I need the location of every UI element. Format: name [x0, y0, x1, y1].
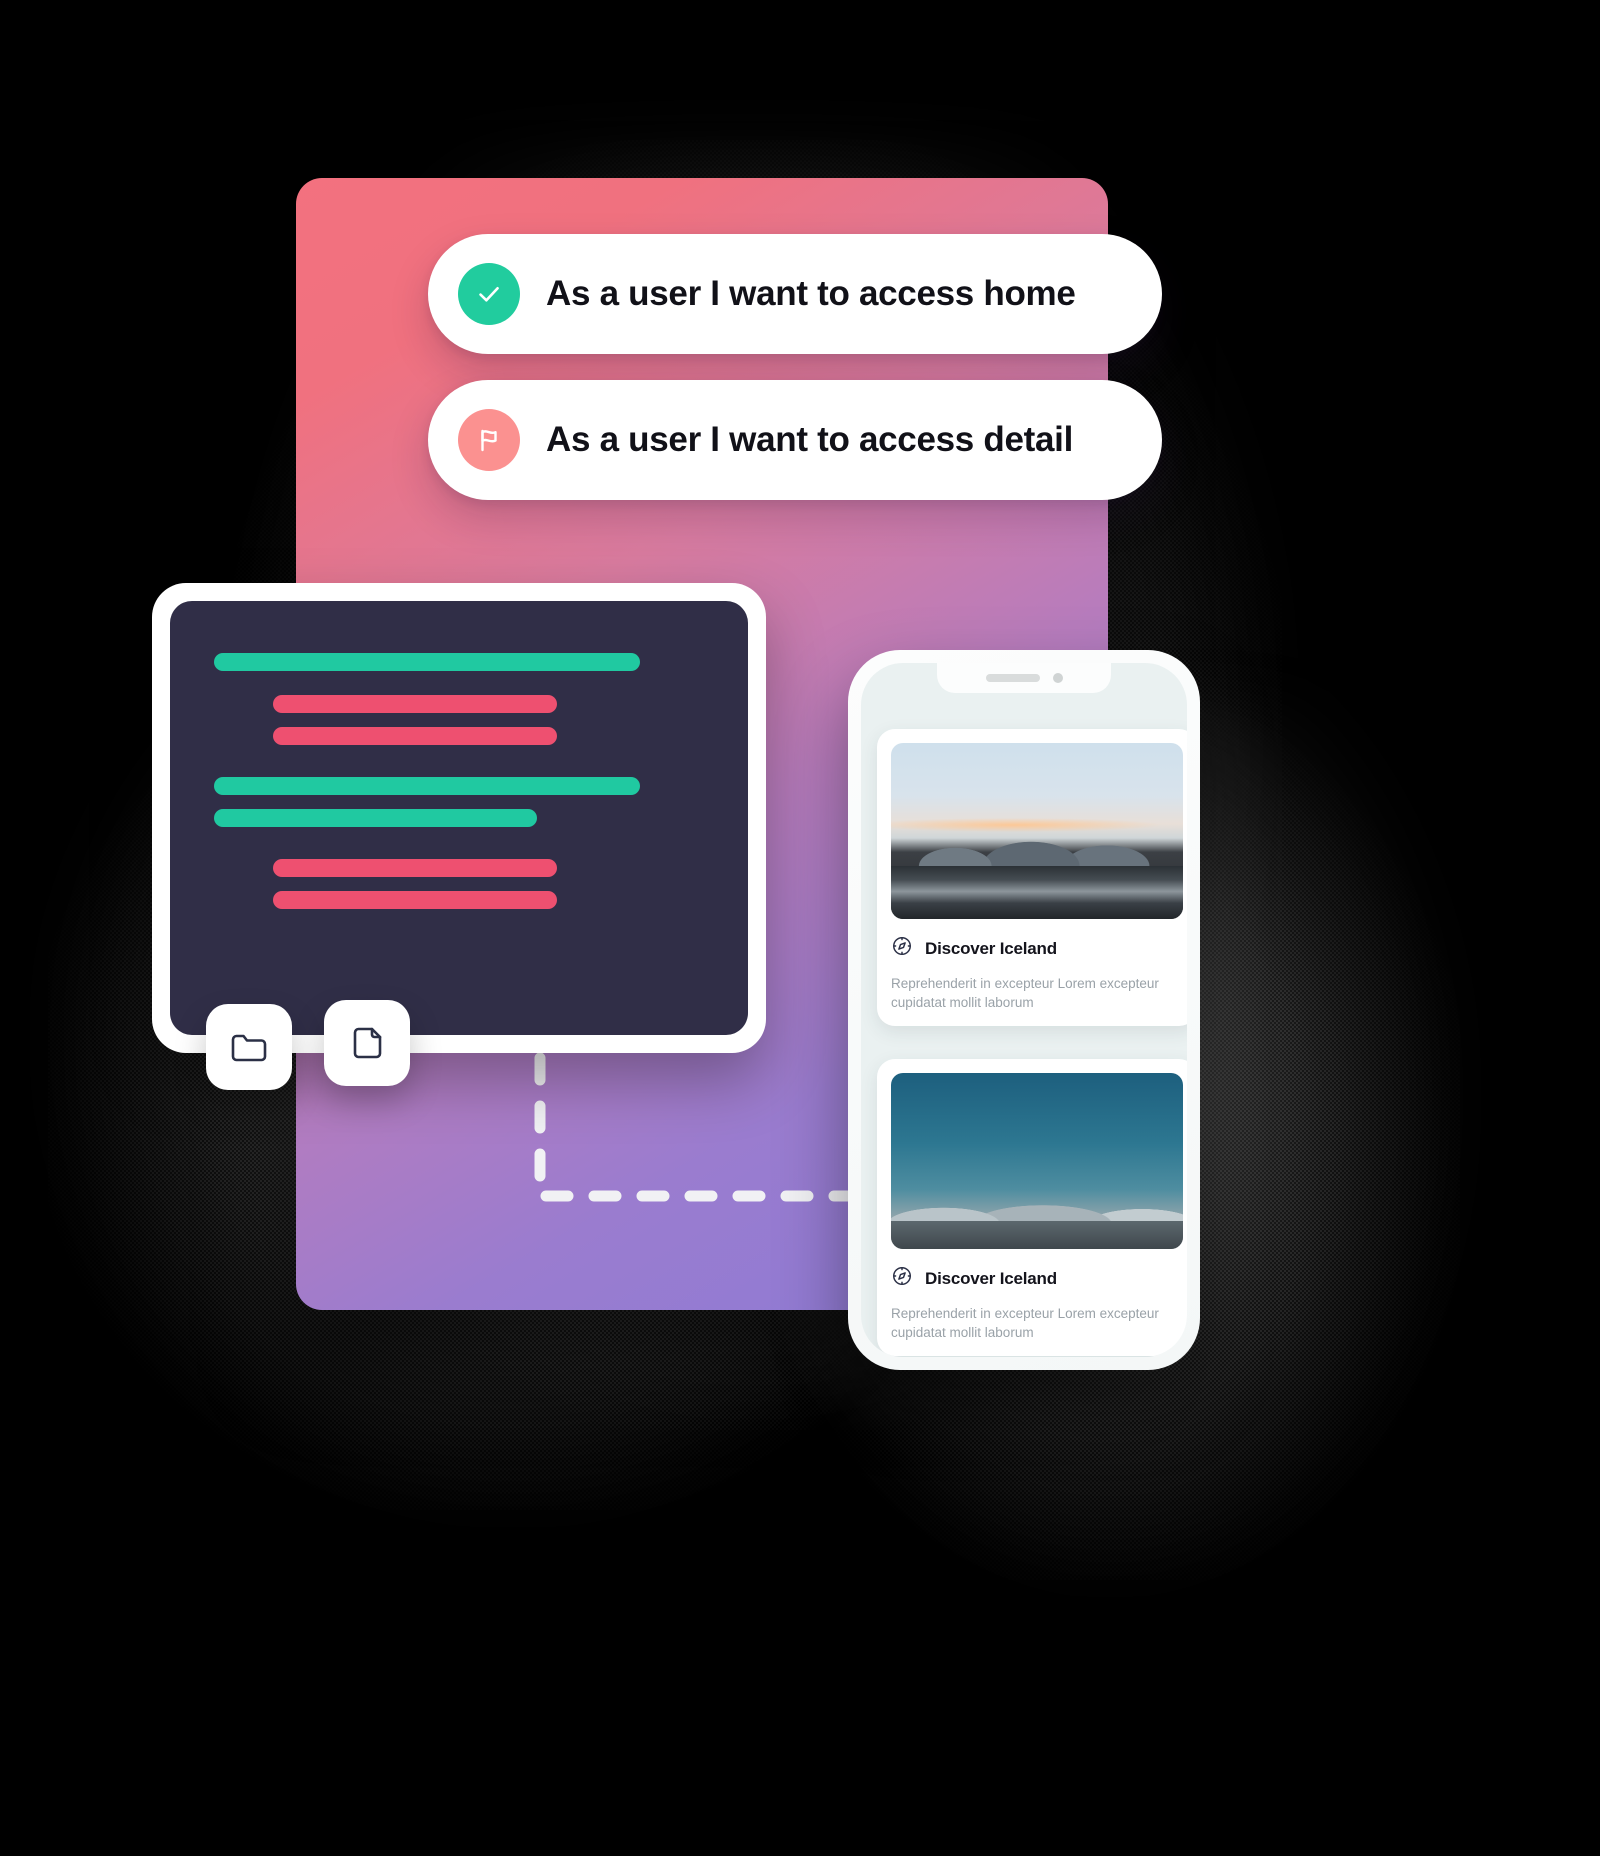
code-line — [214, 777, 641, 795]
compass-icon — [891, 1265, 913, 1292]
compass-icon — [891, 935, 913, 962]
card-photo-alt: Iceland mountain range at dusk over blac… — [891, 743, 892, 744]
front-camera-icon — [1052, 673, 1063, 683]
photo-ridges — [891, 1178, 1183, 1225]
speaker-grille-icon — [985, 674, 1040, 682]
card-title: Discover Iceland — [925, 1268, 1057, 1288]
code-editor-window — [152, 583, 766, 1053]
illustration-stage: As a user I want to access home As a use… — [0, 0, 1600, 1856]
phone-notch — [937, 663, 1111, 693]
card-photo-alt: Iceland highland ridges under deep teal … — [891, 1073, 892, 1074]
code-line — [272, 891, 557, 909]
card-title: Discover Iceland — [925, 938, 1057, 958]
card-body: Reprehenderit in excepteur Lorem excepte… — [891, 1306, 1159, 1341]
story-card-home[interactable]: As a user I want to access home — [428, 234, 1162, 354]
card-title-row: Discover Iceland — [891, 935, 1183, 962]
code-line — [272, 727, 557, 745]
file-icon[interactable] — [324, 1000, 410, 1086]
card-title-row: Discover Iceland — [891, 1265, 1183, 1292]
story-card-label: As a user I want to access detail — [546, 420, 1073, 459]
code-line — [214, 809, 538, 827]
card-body: Reprehenderit in excepteur Lorem excepte… — [891, 976, 1159, 1011]
list-item[interactable]: Iceland highland ridges under deep teal … — [877, 1059, 1187, 1357]
flag-icon — [458, 409, 520, 471]
story-card-detail[interactable]: As a user I want to access detail — [428, 380, 1162, 500]
folder-icon[interactable] — [206, 1004, 292, 1090]
code-line — [214, 653, 641, 671]
code-line — [272, 859, 557, 877]
photo-water — [891, 866, 1183, 919]
card-photo: Iceland highland ridges under deep teal … — [891, 1073, 1183, 1249]
list-item[interactable]: Iceland mountain range at dusk over blac… — [877, 729, 1187, 1027]
phone-mockup: Iceland mountain range at dusk over blac… — [848, 650, 1200, 1370]
code-editor-surface — [170, 601, 748, 1035]
check-circle-icon — [458, 263, 520, 325]
photo-foreground — [891, 1220, 1183, 1249]
card-photo: Iceland mountain range at dusk over blac… — [891, 743, 1183, 919]
code-line — [272, 695, 557, 713]
story-card-label: As a user I want to access home — [546, 274, 1076, 313]
photo-mountains — [891, 806, 1183, 867]
phone-screen: Iceland mountain range at dusk over blac… — [861, 663, 1187, 1357]
